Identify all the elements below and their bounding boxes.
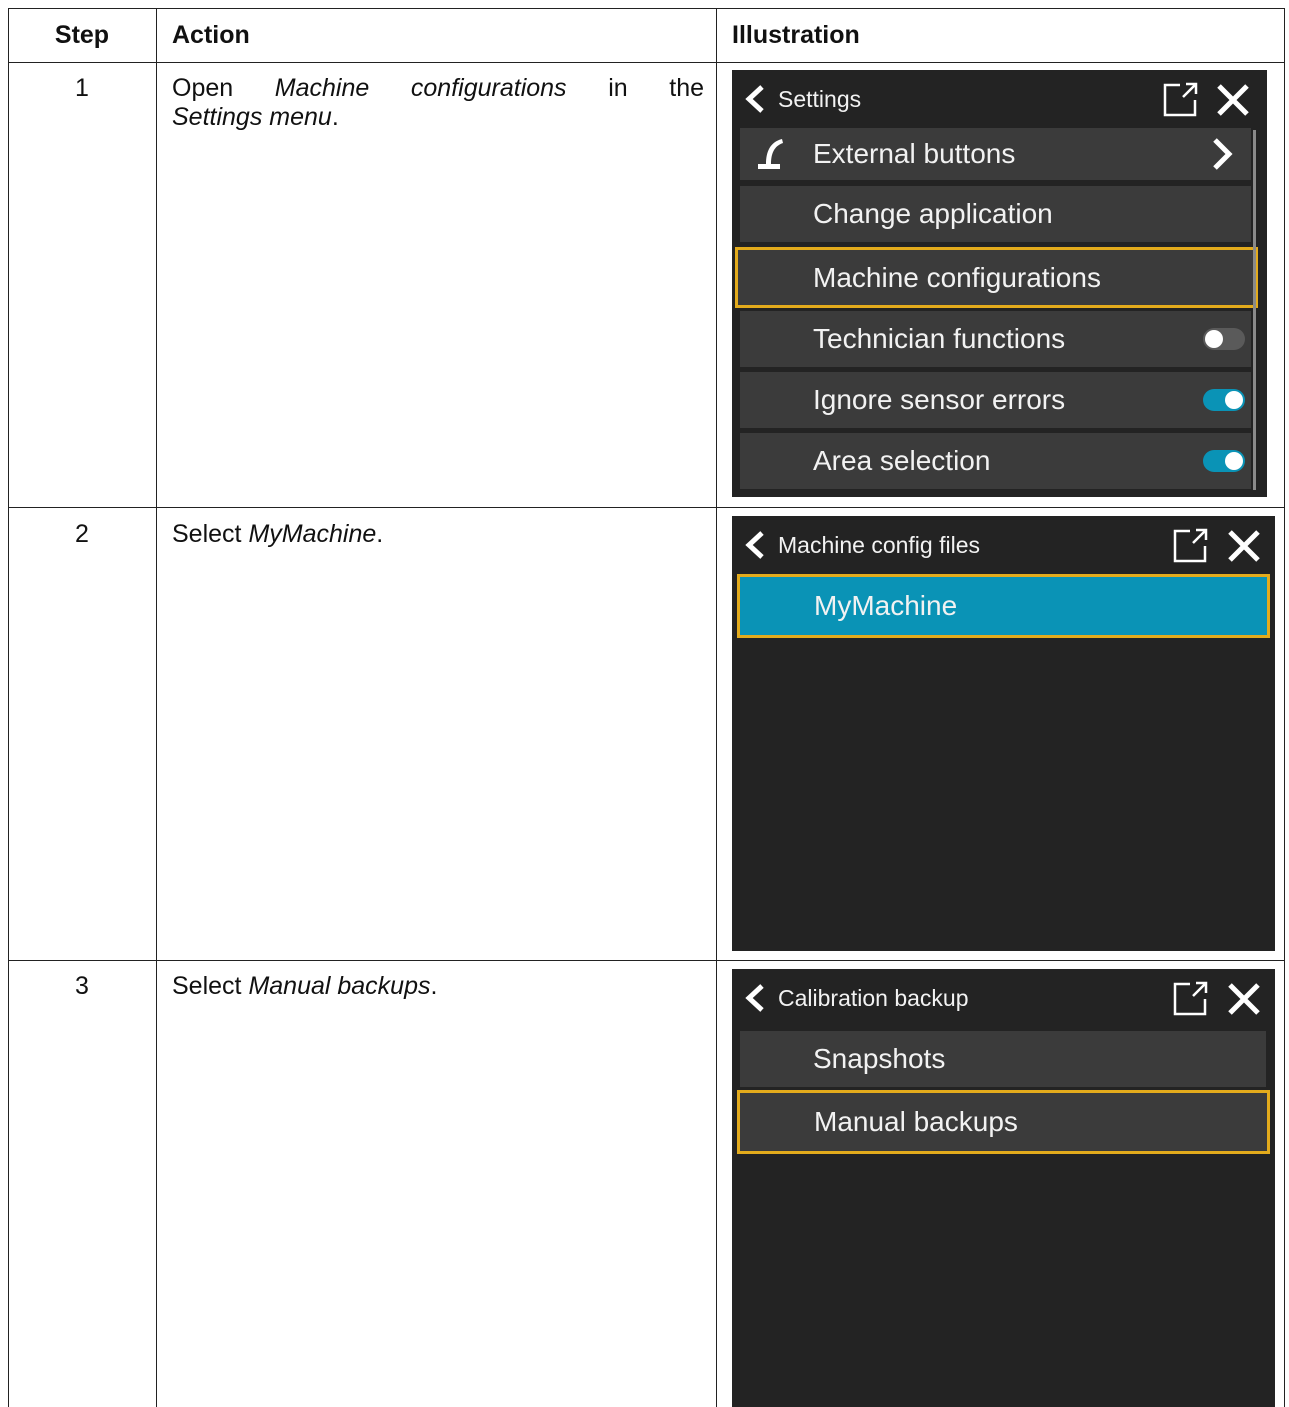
- file-item-mymachine[interactable]: MyMachine: [737, 574, 1270, 638]
- action-text: .: [331, 103, 339, 131]
- open-external-icon[interactable]: [1172, 981, 1208, 1017]
- menu-item-ignore-sensor-errors[interactable]: Ignore sensor errors: [740, 372, 1251, 428]
- action-text: Select: [172, 972, 242, 1000]
- step-action: Select Manual backups.: [172, 972, 704, 1001]
- calibration-backup-screen: Calibration backup Snapshots Manual back…: [732, 969, 1275, 1407]
- header-divider: [8, 62, 1285, 63]
- action-text: in the: [608, 74, 705, 102]
- screen-title: Calibration backup: [778, 985, 969, 1011]
- file-item-label: MyMachine: [814, 590, 958, 621]
- header-action: Action: [172, 21, 250, 49]
- action-text: Select: [172, 520, 242, 548]
- menu-item-label: Manual backups: [814, 1106, 1018, 1137]
- action-term: MyMachine: [248, 520, 377, 548]
- action-text: .: [376, 520, 384, 548]
- table-border-right: [1284, 8, 1285, 1407]
- machine-config-files-screen: Machine config files MyMachine: [732, 516, 1275, 951]
- menu-item-snapshots[interactable]: Snapshots: [740, 1031, 1266, 1087]
- menu-item-label: Technician functions: [813, 323, 1066, 354]
- header-step: Step: [54, 21, 110, 49]
- instruction-table: Step Action Illustration 1 Open Machine …: [0, 0, 1289, 1407]
- column-divider: [156, 8, 157, 1407]
- screen-header: Calibration backup: [732, 969, 1275, 1027]
- action-term: Machine configurations: [274, 74, 567, 102]
- ignore-sensor-errors-toggle[interactable]: [1203, 389, 1245, 411]
- back-icon[interactable]: [742, 84, 770, 114]
- chevron-right-icon: [1213, 138, 1233, 170]
- open-external-icon[interactable]: [1162, 82, 1198, 118]
- step-number: 1: [75, 74, 89, 102]
- scrollbar[interactable]: [1253, 130, 1256, 490]
- back-icon[interactable]: [742, 530, 770, 560]
- action-term: Settings menu: [172, 103, 332, 131]
- menu-item-label: Machine configurations: [813, 261, 1101, 293]
- action-text: .: [430, 972, 438, 1000]
- action-term: Manual backups: [248, 972, 431, 1000]
- screen-header: Settings: [732, 70, 1267, 128]
- open-external-icon[interactable]: [1172, 528, 1208, 564]
- menu-item-label: External buttons: [813, 138, 1016, 169]
- step-action: Select MyMachine.: [172, 520, 704, 549]
- close-icon[interactable]: [1226, 528, 1262, 564]
- close-icon[interactable]: [1215, 82, 1251, 118]
- area-selection-toggle[interactable]: [1203, 450, 1245, 472]
- row-divider: [8, 507, 1285, 508]
- menu-item-label: Area selection: [813, 445, 991, 476]
- action-text: Open: [172, 74, 234, 102]
- menu-item-label: Ignore sensor errors: [813, 384, 1066, 415]
- menu-item-machine-configurations[interactable]: Machine configurations: [735, 247, 1258, 308]
- screen-title: Machine config files: [778, 532, 980, 558]
- header-illustration: Illustration: [732, 21, 860, 49]
- settings-screen: Settings External buttons Change applica…: [732, 70, 1267, 497]
- menu-item-technician-functions[interactable]: Technician functions: [740, 311, 1251, 367]
- step-number: 3: [75, 972, 89, 1000]
- joystick-icon: [758, 139, 783, 169]
- step-action: Open Machine configurations in the Setti…: [172, 74, 704, 132]
- step-number: 2: [75, 520, 89, 548]
- screen-title: Settings: [778, 86, 862, 112]
- screen-header: Machine config files: [732, 516, 1275, 574]
- menu-item-external-buttons[interactable]: External buttons: [740, 128, 1251, 180]
- table-border-left: [8, 8, 9, 1407]
- close-icon[interactable]: [1226, 981, 1262, 1017]
- back-icon[interactable]: [742, 983, 770, 1013]
- menu-item-label: Change application: [813, 198, 1053, 229]
- menu-item-label: Snapshots: [813, 1043, 946, 1074]
- menu-item-change-application[interactable]: Change application: [740, 186, 1251, 242]
- technician-functions-toggle[interactable]: [1203, 328, 1245, 350]
- row-divider: [8, 960, 1285, 961]
- menu-item-manual-backups[interactable]: Manual backups: [737, 1090, 1270, 1154]
- column-divider: [716, 8, 717, 1407]
- menu-item-area-selection[interactable]: Area selection: [740, 433, 1251, 489]
